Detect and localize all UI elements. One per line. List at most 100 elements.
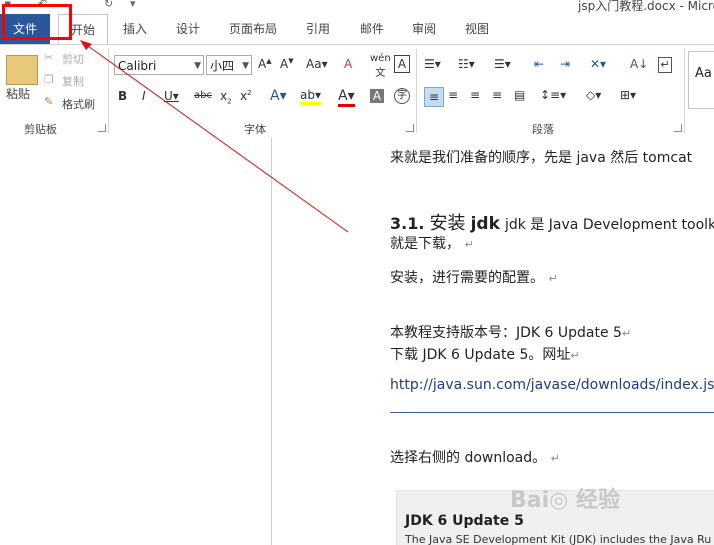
character-shading-icon[interactable]: A bbox=[370, 89, 384, 103]
clipboard-group-label: 剪贴板 bbox=[24, 123, 57, 136]
heading-rest: jdk 是 Java Development toolkit bbox=[505, 217, 714, 233]
doc-line-text: 下载 JDK 6 Update 5。网址 bbox=[390, 347, 571, 363]
chevron-down-icon: ▼ bbox=[194, 61, 201, 71]
bold-icon[interactable]: B bbox=[118, 89, 127, 103]
section-heading: 3.1. 安装 jdk jdk 是 Java Development toolk… bbox=[390, 209, 714, 235]
style-gallery-item[interactable]: Aa bbox=[688, 51, 714, 109]
heading-text: 安装 bbox=[429, 213, 466, 234]
group-divider bbox=[416, 49, 417, 133]
copy-button[interactable]: 复制 bbox=[62, 73, 84, 89]
doc-line: 就是下载， ↵ bbox=[390, 233, 474, 253]
decrease-indent-icon[interactable]: ⇤ bbox=[534, 57, 544, 71]
navigation-margin bbox=[0, 137, 272, 545]
phonetic-guide-icon[interactable]: wén 文 bbox=[370, 53, 391, 79]
multilevel-list-icon[interactable]: ☰▾ bbox=[494, 57, 511, 71]
chinese-layout-icon[interactable]: ✕▾ bbox=[590, 57, 606, 71]
shrink-font-icon[interactable]: A▼ bbox=[280, 57, 294, 71]
change-case-icon[interactable]: Aa▾ bbox=[306, 57, 328, 71]
clear-format-icon[interactable]: A bbox=[344, 57, 352, 71]
format-painter-button[interactable]: 格式刷 bbox=[62, 96, 95, 112]
doc-line-text: 选择右侧的 download。 bbox=[390, 450, 547, 466]
title-bar: ▪ ↶ ↻ ▾ jsp入门教程.docx - Micro bbox=[0, 0, 714, 14]
enclose-characters-icon[interactable]: 字 bbox=[394, 88, 410, 104]
numbering-icon[interactable]: ☷▾ bbox=[458, 57, 475, 71]
ribbon: 粘贴 ✂ 剪切 ❐ 复制 ✎ 格式刷 剪贴板 Calibri ▼ 小四 ▼ A▲ A… bbox=[0, 44, 714, 138]
ribbon-tabs: 文件 开始 插入 设计 页面布局 引用 邮件 审阅 视图 bbox=[0, 14, 714, 45]
jdk-box-desc: The Java SE Development Kit (JDK) includ… bbox=[405, 533, 712, 545]
paragraph-mark-icon: ↵ bbox=[621, 327, 632, 340]
align-center-icon[interactable]: ≡ bbox=[448, 88, 458, 102]
underline-icon[interactable]: U▾ bbox=[164, 89, 179, 103]
align-right-icon[interactable]: ≡ bbox=[470, 88, 480, 102]
tab-references[interactable]: 引用 bbox=[296, 14, 340, 44]
font-color-icon[interactable]: A▾ bbox=[338, 88, 355, 107]
tab-mailings[interactable]: 邮件 bbox=[350, 14, 394, 44]
download-link[interactable]: http://java.sun.com/javase/downloads/ind… bbox=[390, 377, 714, 393]
distributed-icon[interactable]: ▤ bbox=[514, 88, 525, 102]
sort-icon[interactable]: A↓ bbox=[630, 57, 648, 71]
align-left-icon[interactable]: ≡ bbox=[424, 87, 444, 107]
paragraph-mark-icon: ↵ bbox=[550, 452, 560, 465]
increase-indent-icon[interactable]: ⇥ bbox=[560, 57, 570, 71]
subscript-icon[interactable]: x2 bbox=[220, 89, 232, 105]
heading-number: 3.1. bbox=[390, 214, 425, 233]
paragraph-launcher-icon[interactable] bbox=[674, 124, 682, 132]
tab-insert[interactable]: 插入 bbox=[112, 14, 158, 44]
copy-icon[interactable]: ❐ bbox=[44, 73, 54, 86]
grow-font-icon[interactable]: A▲ bbox=[258, 57, 272, 71]
highlight-box bbox=[2, 4, 72, 40]
highlight-icon[interactable]: ab▾ bbox=[300, 88, 321, 105]
window-title: jsp入门教程.docx - Micro bbox=[578, 0, 714, 13]
doc-line: 安装，进行需要的配置。 ↵ bbox=[390, 267, 558, 287]
tab-page-layout[interactable]: 页面布局 bbox=[222, 14, 284, 44]
heading-bold: jdk bbox=[470, 214, 500, 234]
jdk-box-title: JDK 6 Update 5 bbox=[405, 513, 524, 529]
watermark-logo-icon: Bai◎ 经验 bbox=[510, 488, 621, 513]
line-spacing-icon[interactable]: ↕≡▾ bbox=[540, 88, 566, 102]
font-name-combo[interactable]: Calibri ▼ bbox=[114, 55, 204, 75]
doc-line: 下载 JDK 6 Update 5。网址↵ bbox=[390, 344, 580, 364]
tab-design[interactable]: 设计 bbox=[164, 14, 212, 44]
strikethrough-icon[interactable]: abc bbox=[194, 90, 212, 101]
horizontal-rule bbox=[390, 412, 714, 413]
cut-icon[interactable]: ✂ bbox=[44, 51, 53, 64]
character-border-icon[interactable]: A bbox=[394, 55, 410, 73]
show-marks-icon[interactable]: ↵ bbox=[658, 57, 672, 73]
doc-line-text: 安装，进行需要的配置。 bbox=[390, 270, 544, 286]
doc-line-text: 本教程支持版本号：JDK 6 Update 5 bbox=[390, 325, 622, 341]
clipboard-launcher-icon[interactable] bbox=[98, 124, 106, 132]
italic-icon[interactable]: I bbox=[142, 89, 146, 103]
shading-icon[interactable]: ◇▾ bbox=[586, 88, 601, 102]
chevron-down-icon: ▼ bbox=[242, 61, 249, 71]
doc-line: 选择右侧的 download。 ↵ bbox=[390, 447, 560, 467]
font-name-value: Calibri bbox=[118, 59, 157, 73]
redo-icon[interactable]: ↻ bbox=[104, 0, 113, 10]
tab-review[interactable]: 审阅 bbox=[402, 14, 446, 44]
document-page[interactable]: 来就是我们准备的顺序，先是 java 然后 tomcat 3.1. 安装 jdk… bbox=[272, 137, 714, 545]
group-divider bbox=[108, 49, 109, 133]
group-divider bbox=[684, 49, 685, 133]
justify-icon[interactable]: ≡ bbox=[492, 88, 502, 102]
paragraph-mark-icon: ↵ bbox=[570, 349, 580, 362]
paste-button[interactable]: 粘贴 bbox=[6, 85, 30, 102]
borders-icon[interactable]: ⊞▾ bbox=[620, 88, 636, 102]
paste-icon[interactable] bbox=[6, 55, 38, 85]
cut-button[interactable]: 剪切 bbox=[62, 51, 84, 67]
style-sample: Aa bbox=[695, 66, 712, 81]
text-effects-icon[interactable]: A▾ bbox=[270, 88, 287, 104]
customize-qat-icon[interactable]: ▾ bbox=[130, 0, 136, 10]
font-launcher-icon[interactable] bbox=[406, 124, 414, 132]
superscript-icon[interactable]: x2 bbox=[240, 89, 252, 103]
doc-line: 本教程支持版本号：JDK 6 Update 5↵ bbox=[390, 322, 631, 342]
font-size-combo[interactable]: 小四 ▼ bbox=[206, 55, 252, 75]
bullets-icon[interactable]: ☰▾ bbox=[424, 57, 441, 71]
paragraph-group-label: 段落 bbox=[532, 123, 554, 136]
tab-view[interactable]: 视图 bbox=[456, 14, 498, 44]
doc-line: 来就是我们准备的顺序，先是 java 然后 tomcat bbox=[390, 150, 693, 166]
format-painter-icon[interactable]: ✎ bbox=[44, 95, 53, 108]
font-group-label: 字体 bbox=[244, 123, 266, 136]
paragraph-mark-icon: ↵ bbox=[464, 238, 474, 251]
font-size-value: 小四 bbox=[210, 59, 235, 73]
paragraph-mark-icon: ↵ bbox=[548, 272, 558, 285]
doc-line-text: 就是下载， bbox=[390, 236, 460, 252]
